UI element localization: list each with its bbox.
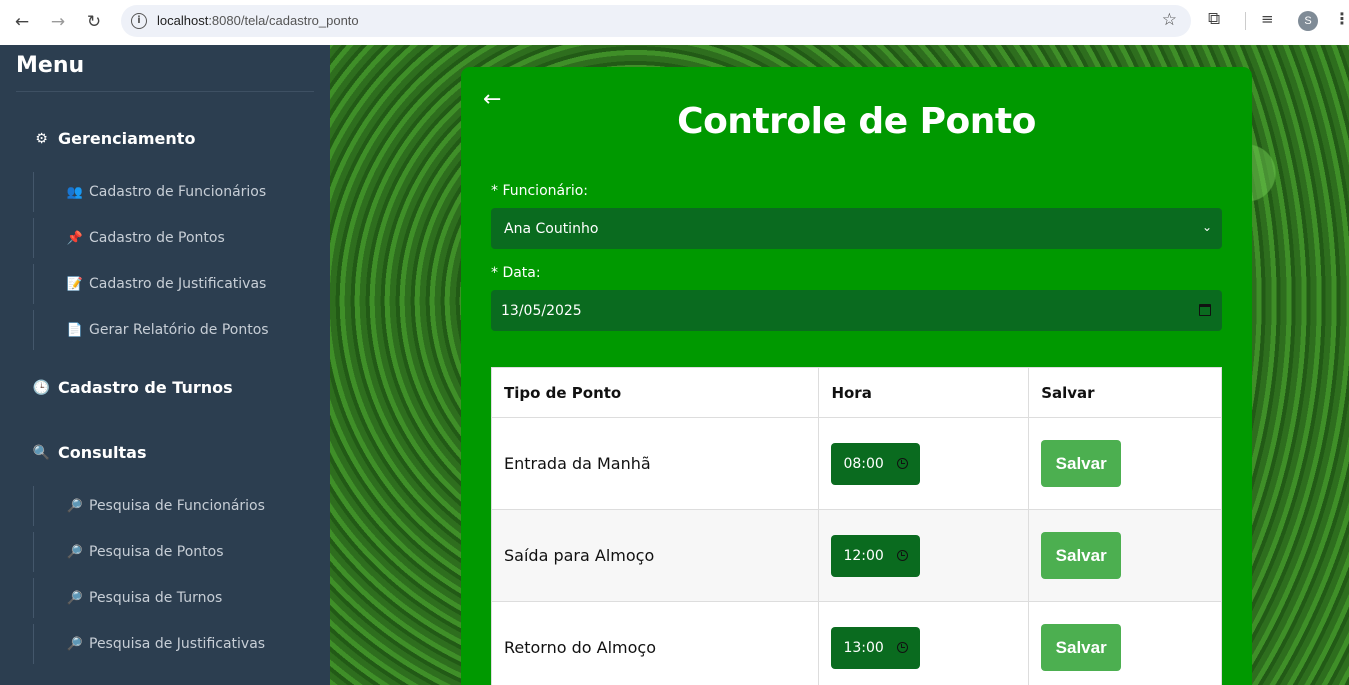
save-button[interactable]: Salvar [1041, 532, 1122, 579]
people-icon: 👥 [66, 184, 84, 200]
sidebar-item-label: Cadastro de Funcionários [89, 184, 267, 200]
forward-nav-icon[interactable]: → [46, 10, 70, 34]
profile-avatar[interactable]: S [1298, 11, 1318, 31]
header-tipo-de-ponto: Tipo de Ponto [490, 367, 820, 418]
sidebar-item-cadastro-pontos[interactable]: 📌 Cadastro de Pontos [33, 218, 293, 258]
time-value: 08:00 [843, 455, 884, 472]
magnifier-icon: 🔎 [66, 590, 84, 606]
sidebar-item-label: Pesquisa de Turnos [89, 590, 223, 606]
header-salvar: Salvar [1028, 367, 1222, 418]
table-row: Saída para Almoço 12:00 Salvar [490, 509, 1222, 602]
magnifier-icon: 🔎 [66, 636, 84, 652]
clock-icon: 🕒 [32, 379, 51, 396]
browser-toolbar: ← → ↻ i localhost:8080/tela/cadastro_pon… [0, 0, 1349, 44]
clock-icon[interactable] [897, 642, 909, 653]
magnifier-icon: 🔎 [66, 544, 84, 560]
page-title: Controle de Ponto [677, 101, 1036, 142]
time-input[interactable]: 08:00 [831, 442, 921, 485]
url-path: :8080/tela/cadastro_ponto [208, 13, 359, 28]
document-icon: 📄 [66, 322, 84, 338]
sidebar-section-gerenciamento[interactable]: ⚙ Gerenciamento [33, 129, 195, 148]
header-hora: Hora [818, 367, 1030, 418]
magnifier-icon: 🔎 [66, 498, 84, 514]
memo-icon: 📝 [66, 276, 84, 292]
toolbar-divider [1245, 12, 1246, 30]
table-row: Entrada da Manhã 08:00 Salvar [490, 417, 1222, 510]
address-bar[interactable]: i localhost:8080/tela/cadastro_ponto ☆ [121, 5, 1191, 37]
url-text[interactable]: localhost:8080/tela/cadastro_ponto [157, 13, 359, 28]
ponto-action-cell: Salvar [1028, 417, 1222, 510]
extensions-icon[interactable]: ⧉ [1208, 9, 1230, 33]
sidebar-section-label: Consultas [58, 443, 147, 462]
sidebar-item-label: Gerar Relatório de Pontos [89, 322, 269, 338]
sidebar-item-pesquisa-pontos[interactable]: 🔎 Pesquisa de Pontos [33, 532, 293, 572]
ponto-time-cell: 08:00 [818, 417, 1030, 510]
sidebar-item-pesquisa-funcionarios[interactable]: 🔎 Pesquisa de Funcionários [33, 486, 293, 526]
sidebar: Menu ⚙ Gerenciamento 👥 Cadastro de Funci… [0, 45, 330, 685]
sidebar-divider [16, 91, 314, 92]
sidebar-section-consultas[interactable]: 🔍 Consultas [33, 443, 147, 462]
ponto-type-cell: Retorno do Almoço [490, 601, 820, 685]
ponto-type-cell: Entrada da Manhã [490, 417, 820, 510]
reload-icon[interactable]: ↻ [82, 10, 106, 34]
sidebar-item-pesquisa-justificativas[interactable]: 🔎 Pesquisa de Justificativas [33, 624, 293, 664]
sidebar-item-label: Pesquisa de Funcionários [89, 498, 265, 514]
bookmark-star-icon[interactable]: ☆ [1162, 10, 1177, 30]
table-header-row: Tipo de Ponto Hora Salvar [490, 367, 1222, 418]
sidebar-item-label: Pesquisa de Pontos [89, 544, 224, 560]
calendar-icon[interactable] [1199, 304, 1211, 316]
time-input[interactable]: 13:00 [831, 626, 921, 669]
sidebar-item-cadastro-justificativas[interactable]: 📝 Cadastro de Justificativas [33, 264, 293, 304]
sidebar-item-gerar-relatorio[interactable]: 📄 Gerar Relatório de Pontos [33, 310, 293, 350]
ponto-type-cell: Saída para Almoço [490, 509, 820, 602]
table-row: Retorno do Almoço 13:00 Salvar [490, 601, 1222, 685]
sidebar-item-label: Cadastro de Justificativas [89, 276, 267, 292]
site-info-icon[interactable]: i [131, 13, 147, 29]
employee-select-value: Ana Coutinho [504, 220, 599, 237]
sidebar-section-label: Cadastro de Turnos [58, 378, 233, 397]
back-nav-icon[interactable]: ← [10, 10, 34, 34]
sidebar-section-label: Gerenciamento [58, 129, 196, 148]
media-controls-icon[interactable]: ≡ [1261, 10, 1274, 28]
time-input[interactable]: 12:00 [831, 534, 921, 577]
save-button[interactable]: Salvar [1041, 440, 1122, 487]
sidebar-section-cadastro-turnos[interactable]: 🕒 Cadastro de Turnos [33, 378, 233, 397]
ponto-time-cell: 13:00 [818, 601, 1030, 685]
browser-menu-icon[interactable]: ⋮ [1334, 9, 1349, 28]
sidebar-item-cadastro-funcionarios[interactable]: 👥 Cadastro de Funcionários [33, 172, 293, 212]
ponto-action-cell: Salvar [1028, 509, 1222, 602]
pushpin-icon: 📌 [66, 230, 84, 246]
ponto-form-card: ← Controle de Ponto * Funcionário: Ana C… [461, 67, 1252, 685]
clock-icon[interactable] [897, 458, 909, 469]
gear-icon: ⚙ [35, 130, 48, 147]
url-host: localhost [157, 13, 209, 28]
employee-label: * Funcionário: [491, 183, 589, 199]
ponto-table: Tipo de Ponto Hora Salvar Entrada da Man… [490, 367, 1222, 685]
date-label: * Data: [491, 265, 541, 281]
ponto-action-cell: Salvar [1028, 601, 1222, 685]
chevron-down-icon: ⌄ [1201, 220, 1212, 234]
sidebar-title: Menu [16, 53, 85, 78]
search-icon: 🔍 [32, 444, 51, 461]
date-input-value: 13/05/2025 [501, 302, 582, 319]
employee-select[interactable]: Ana Coutinho ⌄ [491, 208, 1222, 249]
time-value: 13:00 [843, 639, 884, 656]
sidebar-item-label: Cadastro de Pontos [89, 230, 225, 246]
ponto-time-cell: 12:00 [818, 509, 1030, 602]
time-value: 12:00 [843, 547, 884, 564]
sidebar-item-pesquisa-turnos[interactable]: 🔎 Pesquisa de Turnos [33, 578, 293, 618]
save-button[interactable]: Salvar [1041, 624, 1122, 671]
date-input[interactable]: 13/05/2025 [491, 290, 1222, 331]
sidebar-item-label: Pesquisa de Justificativas [89, 636, 266, 652]
clock-icon[interactable] [897, 550, 909, 561]
